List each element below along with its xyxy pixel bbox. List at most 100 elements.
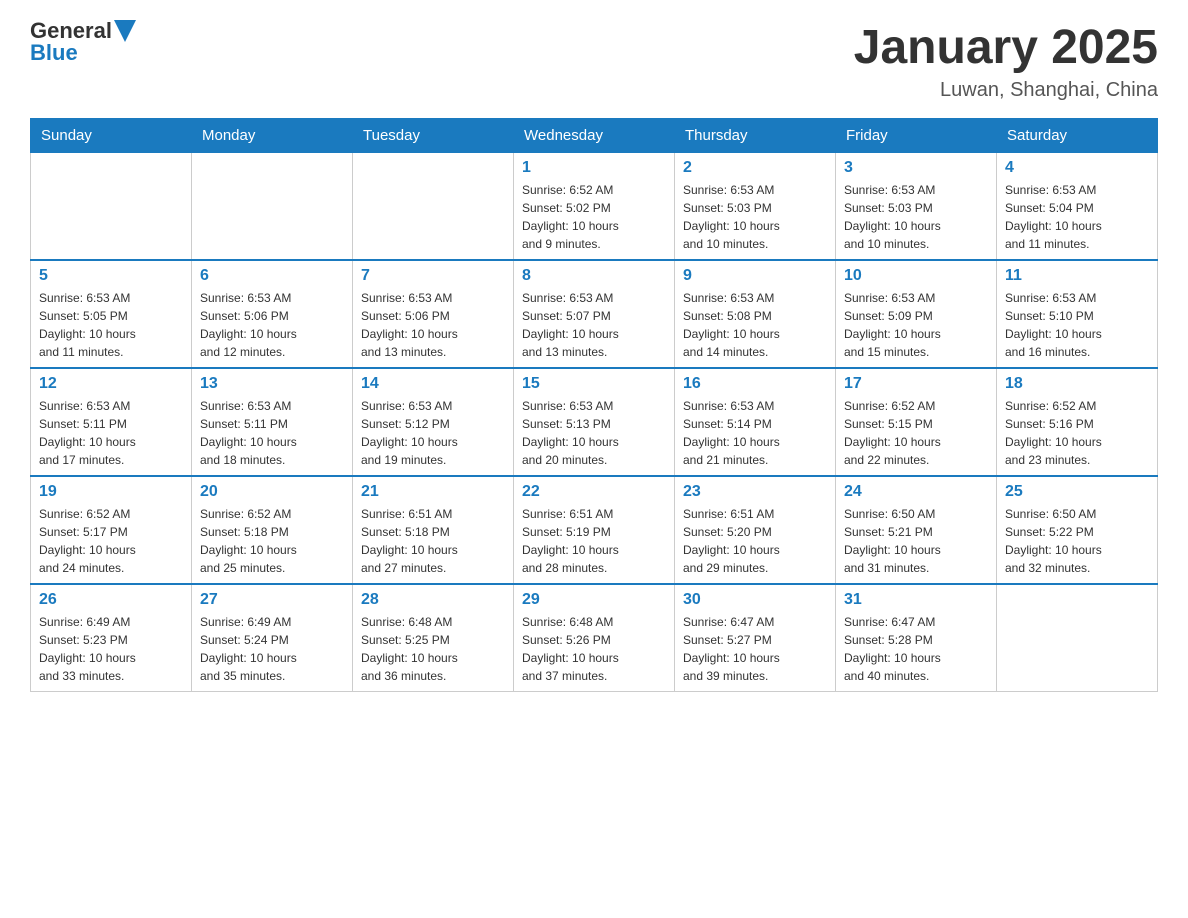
day-number: 22 [522,483,666,501]
calendar-cell: 12Sunrise: 6:53 AMSunset: 5:11 PMDayligh… [31,368,192,476]
calendar-cell: 16 Sunrise: 6:53 AMSunset: 5:14 PMDayligh… [675,368,836,476]
calendar-cell: 11 Sunrise: 6:53 AMSunset: 5:10 PMDayligh… [997,260,1158,368]
day-info: Sunrise: 6:47 AMSunset: 5:28 PMDaylight:… [844,613,988,685]
weekday-header-sunday: Sunday [31,119,192,153]
calendar-cell: 26 Sunrise: 6:49 AMSunset: 5:23 PMDayligh… [31,584,192,692]
day-info: Sunrise: 6:51 AMSunset: 5:20 PMDaylight:… [683,505,827,577]
calendar-cell: 3 Sunrise: 6:53 AMSunset: 5:03 PMDaylight… [836,153,997,261]
day-number: 15 [522,375,666,393]
day-info: Sunrise: 6:53 AMSunset: 5:03 PMDaylight:… [683,181,827,253]
calendar-cell: 10 Sunrise: 6:53 AMSunset: 5:09 PMDayligh… [836,260,997,368]
calendar-cell: 31 Sunrise: 6:47 AMSunset: 5:28 PMDayligh… [836,584,997,692]
day-info: Sunrise: 6:49 AMSunset: 5:23 PMDaylight:… [39,613,183,685]
calendar-cell: 13 Sunrise: 6:53 AMSunset: 5:11 PMDayligh… [192,368,353,476]
calendar-cell: 15Sunrise: 6:53 AMSunset: 5:13 PMDayligh… [514,368,675,476]
calendar-cell: 1 Sunrise: 6:52 AMSunset: 5:02 PMDaylight… [514,153,675,261]
day-number: 24 [844,483,988,501]
calendar-cell: 4 Sunrise: 6:53 AMSunset: 5:04 PMDaylight… [997,153,1158,261]
logo: General Blue [30,20,136,64]
calendar-cell: 6Sunrise: 6:53 AMSunset: 5:06 PMDaylight… [192,260,353,368]
page-header: General Blue January 2025 Luwan, Shangha… [30,20,1158,102]
weekday-header-saturday: Saturday [997,119,1158,153]
day-info: Sunrise: 6:48 AMSunset: 5:25 PMDaylight:… [361,613,505,685]
day-number: 18 [1005,375,1149,393]
day-info: Sunrise: 6:53 AMSunset: 5:06 PMDaylight:… [200,289,344,361]
day-info: Sunrise: 6:52 AMSunset: 5:17 PMDaylight:… [39,505,183,577]
day-number: 3 [844,159,988,177]
day-number: 14 [361,375,505,393]
day-info: Sunrise: 6:53 AMSunset: 5:11 PMDaylight:… [200,397,344,469]
weekday-header-monday: Monday [192,119,353,153]
day-number: 31 [844,591,988,609]
day-number: 28 [361,591,505,609]
day-number: 13 [200,375,344,393]
calendar-cell: 24 Sunrise: 6:50 AMSunset: 5:21 PMDayligh… [836,476,997,584]
day-number: 7 [361,267,505,285]
calendar-cell: 20 Sunrise: 6:52 AMSunset: 5:18 PMDayligh… [192,476,353,584]
calendar-cell: 5 Sunrise: 6:53 AMSunset: 5:05 PMDaylight… [31,260,192,368]
day-number: 25 [1005,483,1149,501]
day-number: 23 [683,483,827,501]
day-number: 16 [683,375,827,393]
day-number: 11 [1005,267,1149,285]
day-number: 5 [39,267,183,285]
weekday-header-friday: Friday [836,119,997,153]
day-info: Sunrise: 6:51 AMSunset: 5:19 PMDaylight:… [522,505,666,577]
day-number: 1 [522,159,666,177]
day-info: Sunrise: 6:52 AMSunset: 5:02 PMDaylight:… [522,181,666,253]
day-info: Sunrise: 6:47 AMSunset: 5:27 PMDaylight:… [683,613,827,685]
calendar-cell [353,153,514,261]
calendar-cell: 27 Sunrise: 6:49 AMSunset: 5:24 PMDayligh… [192,584,353,692]
day-info: Sunrise: 6:53 AMSunset: 5:04 PMDaylight:… [1005,181,1149,253]
calendar-cell: 21Sunrise: 6:51 AMSunset: 5:18 PMDayligh… [353,476,514,584]
calendar-week-row: 19 Sunrise: 6:52 AMSunset: 5:17 PMDayligh… [31,476,1158,584]
calendar-cell: 7 Sunrise: 6:53 AMSunset: 5:06 PMDaylight… [353,260,514,368]
day-info: Sunrise: 6:53 AMSunset: 5:07 PMDaylight:… [522,289,666,361]
day-info: Sunrise: 6:53 AMSunset: 5:12 PMDaylight:… [361,397,505,469]
day-number: 21 [361,483,505,501]
weekday-header-wednesday: Wednesday [514,119,675,153]
weekday-header-row: SundayMondayTuesdayWednesdayThursdayFrid… [31,119,1158,153]
calendar-table: SundayMondayTuesdayWednesdayThursdayFrid… [30,118,1158,692]
day-info: Sunrise: 6:48 AMSunset: 5:26 PMDaylight:… [522,613,666,685]
calendar-cell: 28 Sunrise: 6:48 AMSunset: 5:25 PMDayligh… [353,584,514,692]
day-number: 19 [39,483,183,501]
day-number: 4 [1005,159,1149,177]
calendar-week-row: 26 Sunrise: 6:49 AMSunset: 5:23 PMDayligh… [31,584,1158,692]
day-number: 12 [39,375,183,393]
calendar-week-row: 12 Sunrise: 6:53 AMSunset: 5:11 PMDayligh… [31,368,1158,476]
calendar-cell: 23 Sunrise: 6:51 AMSunset: 5:20 PMDayligh… [675,476,836,584]
calendar-cell [192,153,353,261]
day-info: Sunrise: 6:53 AMSunset: 5:10 PMDaylight:… [1005,289,1149,361]
calendar-cell [997,584,1158,692]
day-number: 17 [844,375,988,393]
day-info: Sunrise: 6:53 AMSunset: 5:09 PMDaylight:… [844,289,988,361]
day-info: Sunrise: 6:53 AMSunset: 5:06 PMDaylight:… [361,289,505,361]
day-number: 27 [200,591,344,609]
calendar-subtitle: Luwan, Shanghai, China [854,79,1158,102]
day-number: 8 [522,267,666,285]
day-number: 26 [39,591,183,609]
calendar-cell: 29Sunrise: 6:48 AMSunset: 5:26 PMDayligh… [514,584,675,692]
day-info: Sunrise: 6:52 AMSunset: 5:16 PMDaylight:… [1005,397,1149,469]
day-info: Sunrise: 6:53 AMSunset: 5:05 PMDaylight:… [39,289,183,361]
day-info: Sunrise: 6:52 AMSunset: 5:15 PMDaylight:… [844,397,988,469]
title-block: January 2025 Luwan, Shanghai, China [854,20,1158,102]
day-info: Sunrise: 6:49 AMSunset: 5:24 PMDaylight:… [200,613,344,685]
day-info: Sunrise: 6:53 AMSunset: 5:03 PMDaylight:… [844,181,988,253]
day-info: Sunrise: 6:50 AMSunset: 5:21 PMDaylight:… [844,505,988,577]
day-info: Sunrise: 6:50 AMSunset: 5:22 PMDaylight:… [1005,505,1149,577]
calendar-week-row: 1 Sunrise: 6:52 AMSunset: 5:02 PMDaylight… [31,153,1158,261]
calendar-cell: 14 Sunrise: 6:53 AMSunset: 5:12 PMDayligh… [353,368,514,476]
day-number: 2 [683,159,827,177]
day-number: 10 [844,267,988,285]
logo-blue-text: Blue [30,40,78,65]
calendar-cell: 22 Sunrise: 6:51 AMSunset: 5:19 PMDayligh… [514,476,675,584]
day-info: Sunrise: 6:53 AMSunset: 5:14 PMDaylight:… [683,397,827,469]
calendar-week-row: 5 Sunrise: 6:53 AMSunset: 5:05 PMDaylight… [31,260,1158,368]
calendar-cell: 18 Sunrise: 6:52 AMSunset: 5:16 PMDayligh… [997,368,1158,476]
calendar-cell: 8 Sunrise: 6:53 AMSunset: 5:07 PMDaylight… [514,260,675,368]
day-info: Sunrise: 6:52 AMSunset: 5:18 PMDaylight:… [200,505,344,577]
day-info: Sunrise: 6:53 AMSunset: 5:08 PMDaylight:… [683,289,827,361]
day-number: 20 [200,483,344,501]
